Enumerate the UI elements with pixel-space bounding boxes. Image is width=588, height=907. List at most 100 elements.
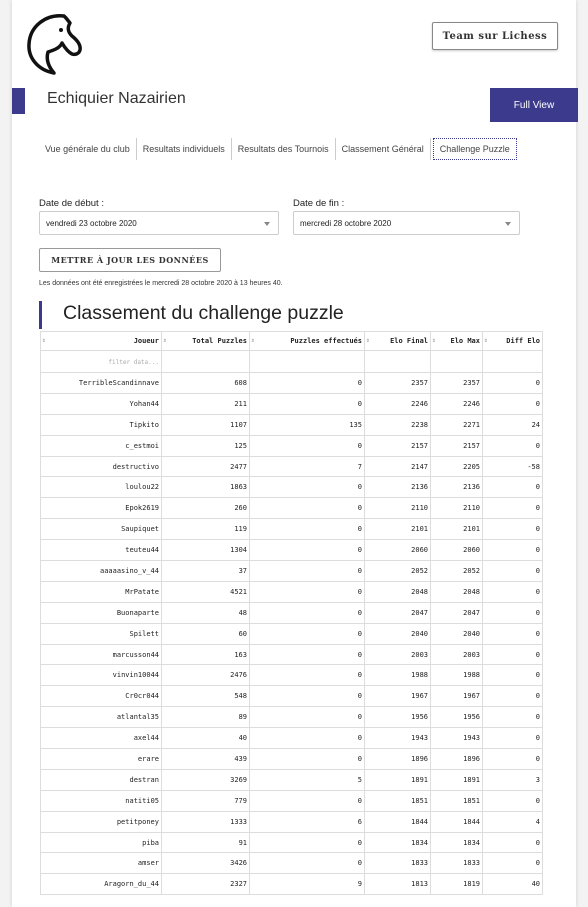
diff-elo-cell: 0 <box>482 852 543 875</box>
player-cell: teuteu44 <box>40 539 162 562</box>
elo-max-cell: 2271 <box>430 413 483 436</box>
elo-max-cell: 1891 <box>430 768 483 791</box>
table-row: destran 3269 5 1891 1891 3 <box>40 768 543 791</box>
last-saved-note: Les données ont été enregistrées le merc… <box>39 280 283 287</box>
player-cell: axel44 <box>40 727 162 750</box>
tab-challenge-puzzle[interactable]: Challenge Puzzle <box>432 138 517 160</box>
diff-elo-cell: -58 <box>482 455 543 478</box>
total-puzzles-cell: 60 <box>161 622 250 645</box>
elo-max-cell: 1844 <box>430 810 483 833</box>
column-header-player[interactable]: ⇕ Joueur <box>40 331 162 351</box>
section-accent-bar <box>39 301 42 329</box>
club-title: Echiquier Nazairien <box>47 90 186 107</box>
diff-elo-cell: 0 <box>482 748 543 770</box>
column-header-elo-max[interactable]: ⇕ Elo Max <box>430 331 483 351</box>
player-cell: petitponey <box>40 810 162 833</box>
puzzles-done-cell: 7 <box>249 455 365 478</box>
elo-max-cell: 2052 <box>430 560 483 582</box>
column-header-puzzles-done[interactable]: ⇕ Puzzles effectués <box>249 331 365 351</box>
elo-final-cell: 2060 <box>364 539 431 562</box>
table-row: natiti05 779 0 1851 1851 0 <box>40 789 543 812</box>
player-cell: Tipkito <box>40 413 162 436</box>
puzzles-done-cell: 0 <box>249 497 365 520</box>
elo-max-cell: 2040 <box>430 622 483 645</box>
filter-cell[interactable] <box>249 350 365 373</box>
elo-final-cell: 1896 <box>364 748 431 770</box>
puzzles-done-cell: 6 <box>249 810 365 833</box>
player-cell: Aragorn_du_44 <box>40 873 162 896</box>
update-data-button[interactable]: METTRE À JOUR LES DONNÉES <box>39 248 221 272</box>
elo-max-cell: 2136 <box>430 476 483 499</box>
column-header-total-puzzles[interactable]: ⇕ Total Puzzles <box>161 331 250 351</box>
diff-elo-cell: 0 <box>482 706 543 729</box>
diff-elo-cell: 0 <box>482 580 543 603</box>
tab-club-overview[interactable]: Vue générale du club <box>39 138 137 160</box>
end-date-select[interactable]: mercredi 28 octobre 2020 <box>293 211 520 235</box>
title-accent-bar <box>12 88 25 114</box>
page-card: Team sur Lichess Echiquier Nazairien Ful… <box>12 0 578 907</box>
elo-final-cell: 1813 <box>364 873 431 896</box>
elo-final-cell: 2101 <box>364 518 431 541</box>
elo-max-cell: 1967 <box>430 685 483 708</box>
player-cell: loulou22 <box>40 476 162 499</box>
filter-cell[interactable] <box>364 350 431 373</box>
total-puzzles-cell: 1863 <box>161 476 250 499</box>
elo-max-cell: 2048 <box>430 580 483 603</box>
puzzles-done-cell: 0 <box>249 727 365 750</box>
elo-final-cell: 1851 <box>364 789 431 812</box>
puzzles-done-cell: 0 <box>249 392 365 415</box>
sort-icon: ⇕ <box>484 337 488 344</box>
total-puzzles-cell: 608 <box>161 372 250 394</box>
player-cell: Buonaparte <box>40 601 162 624</box>
total-puzzles-cell: 1107 <box>161 413 250 436</box>
table-row: Tipkito 1107 135 2238 2271 24 <box>40 413 543 436</box>
lichess-horse-logo-icon <box>27 14 82 75</box>
tab-general-ranking[interactable]: Classement Général <box>336 138 431 160</box>
filter-cell[interactable] <box>482 350 543 373</box>
full-view-button[interactable]: Full View <box>490 88 578 122</box>
player-cell: c_estmoi <box>40 434 162 457</box>
section-title: Classement du challenge puzzle <box>63 302 344 324</box>
elo-max-cell: 1943 <box>430 727 483 750</box>
player-cell: MrPatate <box>40 580 162 603</box>
filter-row: filter data... <box>40 350 543 373</box>
table-row: amser 3426 0 1833 1833 0 <box>40 852 543 875</box>
filter-cell[interactable] <box>430 350 483 373</box>
puzzles-done-cell: 0 <box>249 748 365 770</box>
elo-final-cell: 1943 <box>364 727 431 750</box>
table-row: erare 439 0 1896 1896 0 <box>40 748 543 770</box>
diff-elo-cell: 24 <box>482 413 543 436</box>
elo-final-cell: 2047 <box>364 601 431 624</box>
table-header-row: ⇕ Joueur ⇕ Total Puzzles ⇕ Puzzles effectué… <box>40 331 543 351</box>
puzzles-done-cell: 0 <box>249 664 365 687</box>
column-header-diff-elo[interactable]: ⇕ Diff Elo <box>482 331 543 351</box>
team-lichess-button[interactable]: Team sur Lichess <box>432 22 558 50</box>
player-filter-input[interactable]: filter data... <box>40 350 162 373</box>
puzzles-done-cell: 0 <box>249 518 365 541</box>
filter-cell[interactable] <box>161 350 250 373</box>
end-date-label: Date de fin : <box>293 198 345 209</box>
player-cell: amser <box>40 852 162 875</box>
player-cell: destran <box>40 768 162 791</box>
diff-elo-cell: 0 <box>482 643 543 666</box>
elo-final-cell: 2048 <box>364 580 431 603</box>
diff-elo-cell: 0 <box>482 622 543 645</box>
total-puzzles-cell: 2327 <box>161 873 250 896</box>
elo-final-cell: 2147 <box>364 455 431 478</box>
total-puzzles-cell: 2476 <box>161 664 250 687</box>
tab-individual-results[interactable]: Resultats individuels <box>137 138 232 160</box>
diff-elo-cell: 4 <box>482 810 543 833</box>
player-cell: piba <box>40 831 162 854</box>
start-date-label: Date de début : <box>39 198 104 209</box>
table-row: teuteu44 1304 0 2060 2060 0 <box>40 539 543 562</box>
total-puzzles-cell: 1333 <box>161 810 250 833</box>
elo-final-cell: 1834 <box>364 831 431 854</box>
player-cell: Spilett <box>40 622 162 645</box>
start-date-select[interactable]: vendredi 23 octobre 2020 <box>39 211 279 235</box>
sort-icon: ⇕ <box>251 337 255 344</box>
diff-elo-cell: 0 <box>482 560 543 582</box>
tab-tournament-results[interactable]: Resultats des Tournois <box>232 138 336 160</box>
column-header-elo-final[interactable]: ⇕ Elo Final <box>364 331 431 351</box>
player-cell: erare <box>40 748 162 770</box>
puzzles-done-cell: 0 <box>249 852 365 875</box>
